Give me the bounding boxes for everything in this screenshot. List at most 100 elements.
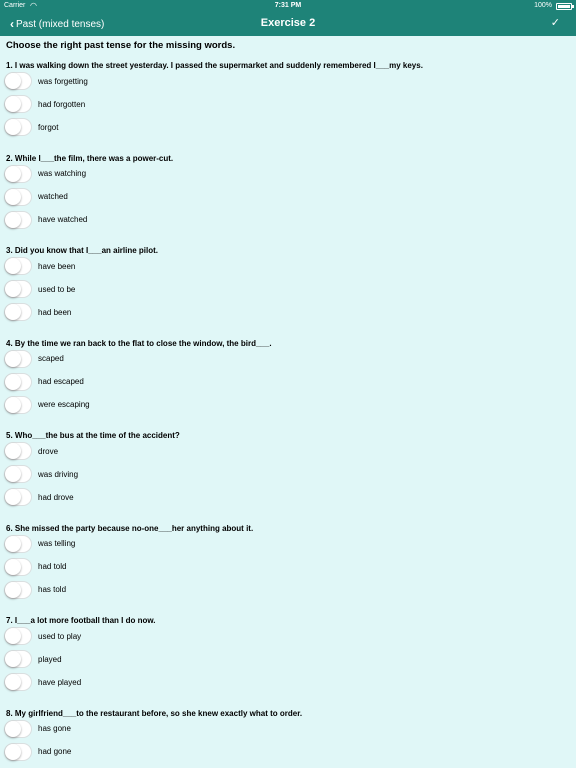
answer-toggle[interactable]	[4, 395, 32, 414]
answer-option-label: has told	[38, 585, 67, 594]
answer-option[interactable]: have played	[4, 672, 81, 692]
toggle-knob	[5, 558, 21, 575]
answer-option[interactable]: has told	[4, 580, 66, 600]
answer-toggle[interactable]	[4, 534, 32, 553]
answer-option[interactable]: scaped	[4, 349, 64, 369]
answer-option-label: had drove	[38, 492, 74, 502]
answer-option[interactable]: was forgetting	[4, 71, 88, 91]
answer-toggle[interactable]	[4, 442, 32, 460]
answer-option-label: have watched	[38, 215, 88, 224]
answer-option[interactable]: forgot	[4, 117, 58, 137]
battery-icon	[556, 3, 574, 10]
answer-toggle[interactable]	[4, 95, 32, 113]
status-bar: Carrier ◠ 7:31 PM 100%	[0, 0, 576, 12]
toggle-knob	[5, 581, 21, 598]
toggle-knob	[5, 304, 21, 320]
answer-option[interactable]: have been	[4, 256, 75, 276]
toggle-knob	[5, 628, 21, 644]
answer-toggle[interactable]	[4, 257, 32, 275]
toggle-knob	[5, 443, 21, 459]
answer-option[interactable]: used to play	[4, 626, 81, 646]
toggle-knob	[5, 535, 21, 552]
answer-option[interactable]: was driving	[4, 464, 78, 484]
answer-toggle[interactable]	[4, 673, 32, 691]
answer-toggle[interactable]	[4, 303, 32, 321]
answer-option-label: used to be	[38, 284, 76, 294]
answer-option-label: has gone	[38, 724, 71, 733]
toggle-knob	[5, 165, 21, 182]
battery-percent: 100%	[534, 2, 552, 9]
instruction-text: Choose the right past tense for the miss…	[6, 40, 236, 51]
toggle-knob	[5, 258, 21, 274]
answer-option[interactable]: had escaped	[4, 372, 84, 392]
answer-option[interactable]: has gone	[4, 719, 71, 739]
question-text: 4. By the time we ran back to the flat t…	[6, 338, 272, 348]
navigation-bar: ‹ Past (mixed tenses) Exercise 2 ✓	[0, 12, 576, 36]
answer-option-label: had told	[38, 562, 67, 571]
answer-toggle[interactable]	[4, 627, 32, 645]
answer-toggle[interactable]	[4, 488, 32, 506]
question-text: 2. While I___the film, there was a power…	[6, 153, 174, 163]
answer-option[interactable]: was telling	[4, 534, 75, 554]
toggle-knob	[5, 674, 21, 690]
answer-toggle[interactable]	[4, 164, 32, 183]
answer-option-label: was telling	[38, 539, 76, 548]
status-time: 7:31 PM	[274, 2, 302, 9]
answer-option-label: had escaped	[38, 377, 84, 386]
answer-toggle[interactable]	[4, 187, 32, 206]
toggle-knob	[5, 489, 21, 505]
answer-toggle[interactable]	[4, 742, 32, 761]
question-text: 7. I___a lot more football than I do now…	[6, 616, 156, 625]
answer-option-label: had been	[38, 307, 72, 317]
answer-option-label: watched	[38, 192, 68, 201]
checkmark-icon[interactable]: ✓	[551, 16, 560, 29]
question-text: 1. I was walking down the street yesterd…	[6, 61, 423, 70]
toggle-knob	[5, 96, 21, 112]
toggle-knob	[5, 119, 21, 135]
answer-toggle[interactable]	[4, 650, 32, 668]
toggle-knob	[5, 373, 21, 390]
answer-option[interactable]: had gone	[4, 742, 71, 762]
page-title: Exercise 2	[260, 17, 316, 29]
answer-option-label: used to play	[38, 631, 82, 641]
toggle-knob	[5, 188, 21, 205]
answer-option[interactable]: used to be	[4, 279, 75, 299]
question-text: 6. She missed the party because no-one__…	[6, 523, 254, 533]
answer-option-label: scaped	[38, 354, 64, 363]
answer-toggle[interactable]	[4, 465, 32, 483]
answer-option-label: drove	[38, 446, 59, 456]
question-text: 3. Did you know that I___an airline pilo…	[6, 246, 159, 255]
answer-toggle[interactable]	[4, 580, 32, 599]
answer-toggle[interactable]	[4, 118, 32, 136]
answer-option[interactable]: have watched	[4, 210, 87, 230]
answer-option-label: have been	[38, 261, 76, 271]
answer-toggle[interactable]	[4, 719, 32, 738]
question-text: 8. My girlfriend___to the restaurant bef…	[6, 708, 303, 718]
toggle-knob	[5, 396, 21, 413]
answer-option[interactable]: had drove	[4, 487, 74, 507]
answer-option[interactable]: were escaping	[4, 395, 90, 415]
toggle-knob	[5, 743, 21, 760]
answer-toggle[interactable]	[4, 280, 32, 298]
answer-option[interactable]: had forgotten	[4, 94, 85, 114]
answer-option[interactable]: played	[4, 649, 62, 669]
answer-option[interactable]: was watching	[4, 164, 86, 184]
answer-option[interactable]: had been	[4, 302, 71, 322]
answer-option[interactable]: had told	[4, 557, 66, 577]
answer-toggle[interactable]	[4, 557, 32, 576]
toggle-knob	[5, 720, 21, 737]
answer-option[interactable]: watched	[4, 187, 68, 207]
answer-option-label: played	[38, 654, 62, 664]
answer-option[interactable]: drove	[4, 441, 58, 461]
toggle-knob	[5, 73, 21, 89]
answer-toggle[interactable]	[4, 372, 32, 391]
answer-toggle[interactable]	[4, 349, 32, 368]
answer-option-label: have played	[38, 677, 82, 687]
answer-option-label: forgot	[38, 122, 59, 132]
answer-toggle[interactable]	[4, 72, 32, 90]
toggle-knob	[5, 350, 21, 367]
answer-option-label: was watching	[38, 169, 87, 178]
answer-toggle[interactable]	[4, 210, 32, 229]
answer-option-label: was driving	[38, 469, 79, 479]
toggle-knob	[5, 466, 21, 482]
